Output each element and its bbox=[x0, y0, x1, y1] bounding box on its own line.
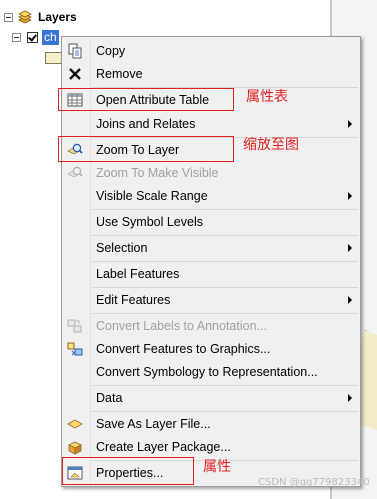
menu-item-use-symbol-levels[interactable]: Use Symbol Levels bbox=[62, 210, 360, 234]
layer-collapse-toggle[interactable] bbox=[12, 33, 21, 42]
collapse-toggle[interactable] bbox=[4, 12, 13, 22]
menu-item-data[interactable]: Data bbox=[62, 386, 360, 410]
layer-visibility-checkbox[interactable] bbox=[27, 32, 38, 43]
menu-item-label: Visible Scale Range bbox=[96, 189, 208, 203]
menu-item-visible-scale-range[interactable]: Visible Scale Range bbox=[62, 184, 360, 208]
submenu-arrow-icon bbox=[348, 296, 352, 304]
annotation-properties: 属性 bbox=[203, 459, 231, 475]
menu-item-label: Convert Features to Graphics... bbox=[96, 342, 271, 356]
convert-labels-icon bbox=[67, 318, 83, 334]
menu-item-label: Use Symbol Levels bbox=[96, 215, 203, 229]
menu-item-label: Create Layer Package... bbox=[96, 440, 231, 454]
menu-item-label: Save As Layer File... bbox=[96, 417, 211, 431]
highlight-box-zoom-to-layer bbox=[58, 136, 234, 162]
layer-file-icon bbox=[67, 416, 83, 432]
menu-item-label: Selection bbox=[96, 241, 148, 255]
menu-item-edit-features[interactable]: Edit Features bbox=[62, 288, 360, 312]
layer-name-selected[interactable]: ch bbox=[42, 30, 59, 45]
submenu-arrow-icon bbox=[348, 192, 352, 200]
remove-icon bbox=[67, 66, 83, 82]
menu-item-label: Label Features bbox=[96, 267, 180, 281]
watermark: CSDN @qq779823340 bbox=[258, 477, 370, 488]
zoom-visible-icon bbox=[67, 165, 83, 181]
menu-item-copy[interactable]: Copy bbox=[62, 39, 360, 63]
submenu-arrow-icon bbox=[348, 120, 352, 128]
menu-item-convert-symbology-to-representation[interactable]: Convert Symbology to Representation... bbox=[62, 360, 360, 384]
menu-item-label: Remove bbox=[96, 67, 143, 81]
submenu-arrow-icon bbox=[348, 394, 352, 402]
menu-item-label: Data bbox=[96, 391, 123, 405]
highlight-box-attribute-table bbox=[58, 88, 234, 111]
menu-item-save-as-layer-file[interactable]: Save As Layer File... bbox=[62, 412, 360, 436]
layers-root-row[interactable]: Layers bbox=[4, 9, 77, 25]
layer-package-icon bbox=[67, 439, 83, 455]
copy-icon bbox=[67, 43, 83, 59]
menu-item-convert-labels-to-annotation: Convert Labels to Annotation... bbox=[62, 314, 360, 338]
layers-root-label: Layers bbox=[38, 10, 77, 24]
menu-item-selection[interactable]: Selection bbox=[62, 236, 360, 260]
submenu-arrow-icon bbox=[348, 244, 352, 252]
menu-item-label: Copy bbox=[96, 44, 126, 58]
menu-item-label: Zoom To Make Visible bbox=[96, 166, 219, 180]
menu-item-label: Convert Labels to Annotation... bbox=[96, 319, 267, 333]
menu-item-zoom-to-make-visible: Zoom To Make Visible bbox=[62, 161, 360, 185]
menu-item-label: Edit Features bbox=[96, 293, 171, 307]
layer-row[interactable]: ch bbox=[12, 30, 59, 45]
highlight-box-properties bbox=[62, 457, 194, 485]
annotation-attribute-table: 属性表 bbox=[246, 89, 288, 105]
menu-item-convert-features-to-graphics[interactable]: Convert Features to Graphics... bbox=[62, 337, 360, 361]
menu-item-joins-and-relates[interactable]: Joins and Relates bbox=[62, 112, 360, 136]
menu-item-remove[interactable]: Remove bbox=[62, 62, 360, 86]
menu-item-label-features[interactable]: Label Features bbox=[62, 262, 360, 286]
menu-item-label: Joins and Relates bbox=[96, 117, 196, 131]
annotation-zoom-to-layer: 缩放至图 bbox=[243, 137, 299, 153]
convert-graphics-icon bbox=[67, 341, 83, 357]
layers-stack-icon bbox=[17, 10, 33, 24]
menu-item-label: Convert Symbology to Representation... bbox=[96, 365, 318, 379]
